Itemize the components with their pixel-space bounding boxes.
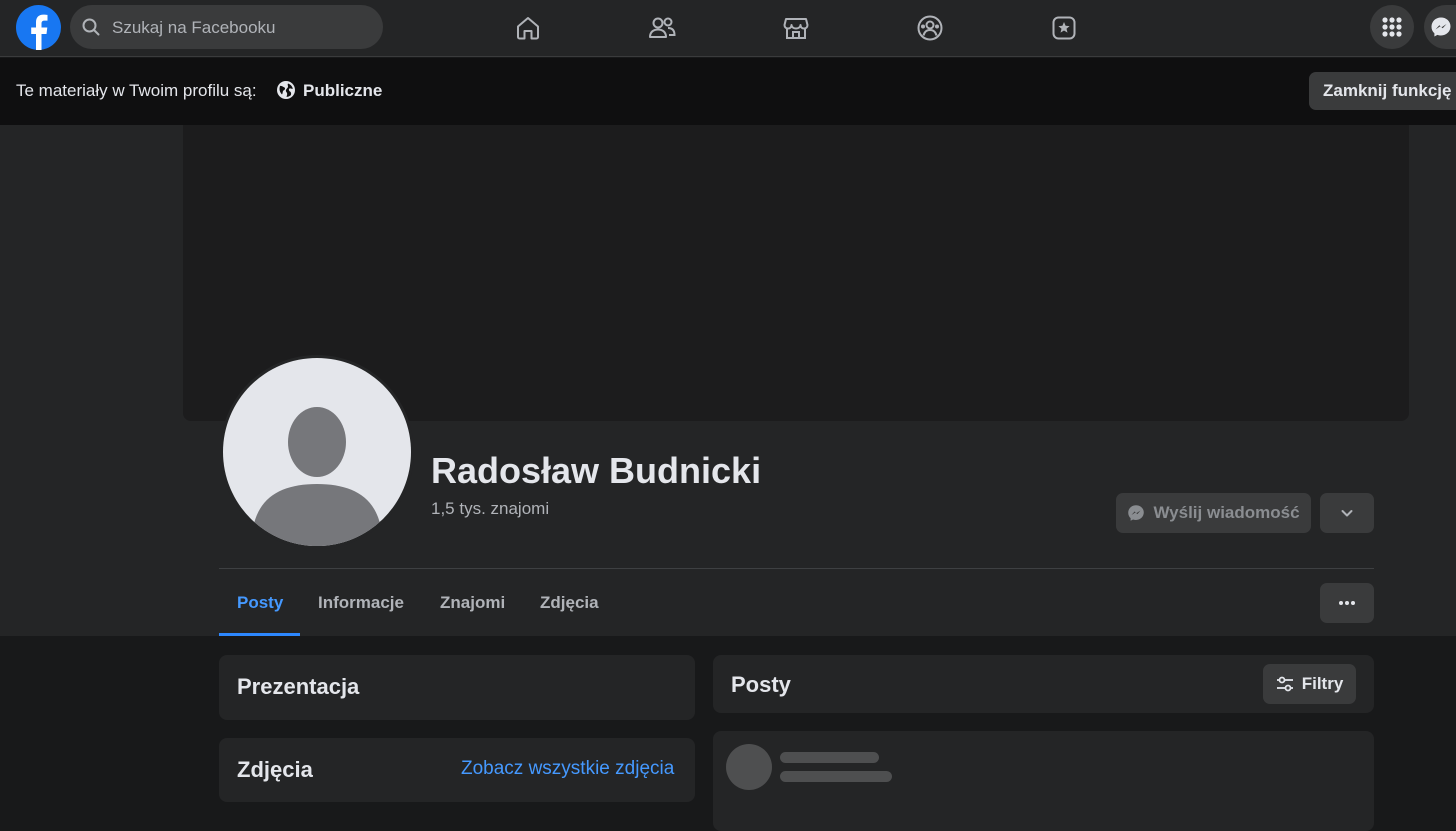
- send-message-button[interactable]: Wyślij wiadomość: [1116, 493, 1311, 533]
- intro-title: Prezentacja: [237, 674, 360, 699]
- facebook-logo-icon[interactable]: [16, 5, 61, 51]
- profile-visibility-banner: Te materiały w Twoim profilu są: Publicz…: [0, 58, 1456, 125]
- globe-icon: [276, 80, 296, 105]
- post-loading-placeholder: [713, 731, 1374, 831]
- marketplace-icon[interactable]: [778, 10, 814, 46]
- close-feature-button[interactable]: Zamknij funkcję W: [1309, 72, 1456, 110]
- photos-card: Zdjęcia Zobacz wszystkie zdjęcia: [219, 738, 695, 802]
- skeleton-line: [780, 771, 892, 782]
- more-dots-icon: [1339, 601, 1355, 605]
- tab-posts[interactable]: Posty: [237, 593, 283, 613]
- profile-name: Radosław Budnicki: [431, 450, 762, 491]
- posts-card: Posty Filtry: [713, 655, 1374, 713]
- top-navigation-bar: [0, 0, 1456, 57]
- tab-photos[interactable]: Zdjęcia: [540, 593, 599, 613]
- more-actions-button[interactable]: [1320, 493, 1374, 533]
- profile-options-button[interactable]: [1320, 583, 1374, 623]
- filters-button[interactable]: Filtry: [1263, 664, 1356, 704]
- chevron-down-icon: [1341, 510, 1353, 517]
- gaming-icon[interactable]: [1046, 10, 1082, 46]
- messenger-icon[interactable]: [1424, 5, 1456, 49]
- skeleton-avatar: [726, 744, 772, 790]
- filter-sliders-icon: [1276, 676, 1293, 692]
- header-divider: [219, 568, 1374, 569]
- groups-icon[interactable]: [912, 10, 948, 46]
- home-icon[interactable]: [510, 10, 546, 46]
- friends-count[interactable]: 1,5 tys. znajomi: [431, 499, 549, 519]
- posts-title: Posty: [731, 672, 791, 697]
- visibility-value: Publiczne: [303, 81, 383, 100]
- tab-friends[interactable]: Znajomi: [440, 593, 505, 613]
- banner-text: Te materiały w Twoim profilu są:: [16, 81, 257, 100]
- send-message-label: Wyślij wiadomość: [1153, 503, 1300, 522]
- search-input[interactable]: [110, 5, 374, 51]
- default-avatar-icon: [223, 358, 411, 546]
- active-tab-indicator: [219, 633, 300, 636]
- menu-grid-icon[interactable]: [1370, 5, 1414, 49]
- filters-label: Filtry: [1301, 674, 1344, 693]
- photos-title: Zdjęcia: [237, 757, 313, 782]
- profile-picture[interactable]: [220, 355, 414, 549]
- friends-icon[interactable]: [644, 10, 680, 46]
- search-box[interactable]: [70, 5, 383, 51]
- skeleton-line: [780, 752, 879, 763]
- see-all-photos-link[interactable]: Zobacz wszystkie zdjęcia: [461, 758, 674, 780]
- tab-about[interactable]: Informacje: [318, 593, 404, 613]
- messenger-icon: [1128, 505, 1145, 521]
- search-icon: [82, 18, 100, 36]
- intro-card: Prezentacja: [219, 655, 695, 720]
